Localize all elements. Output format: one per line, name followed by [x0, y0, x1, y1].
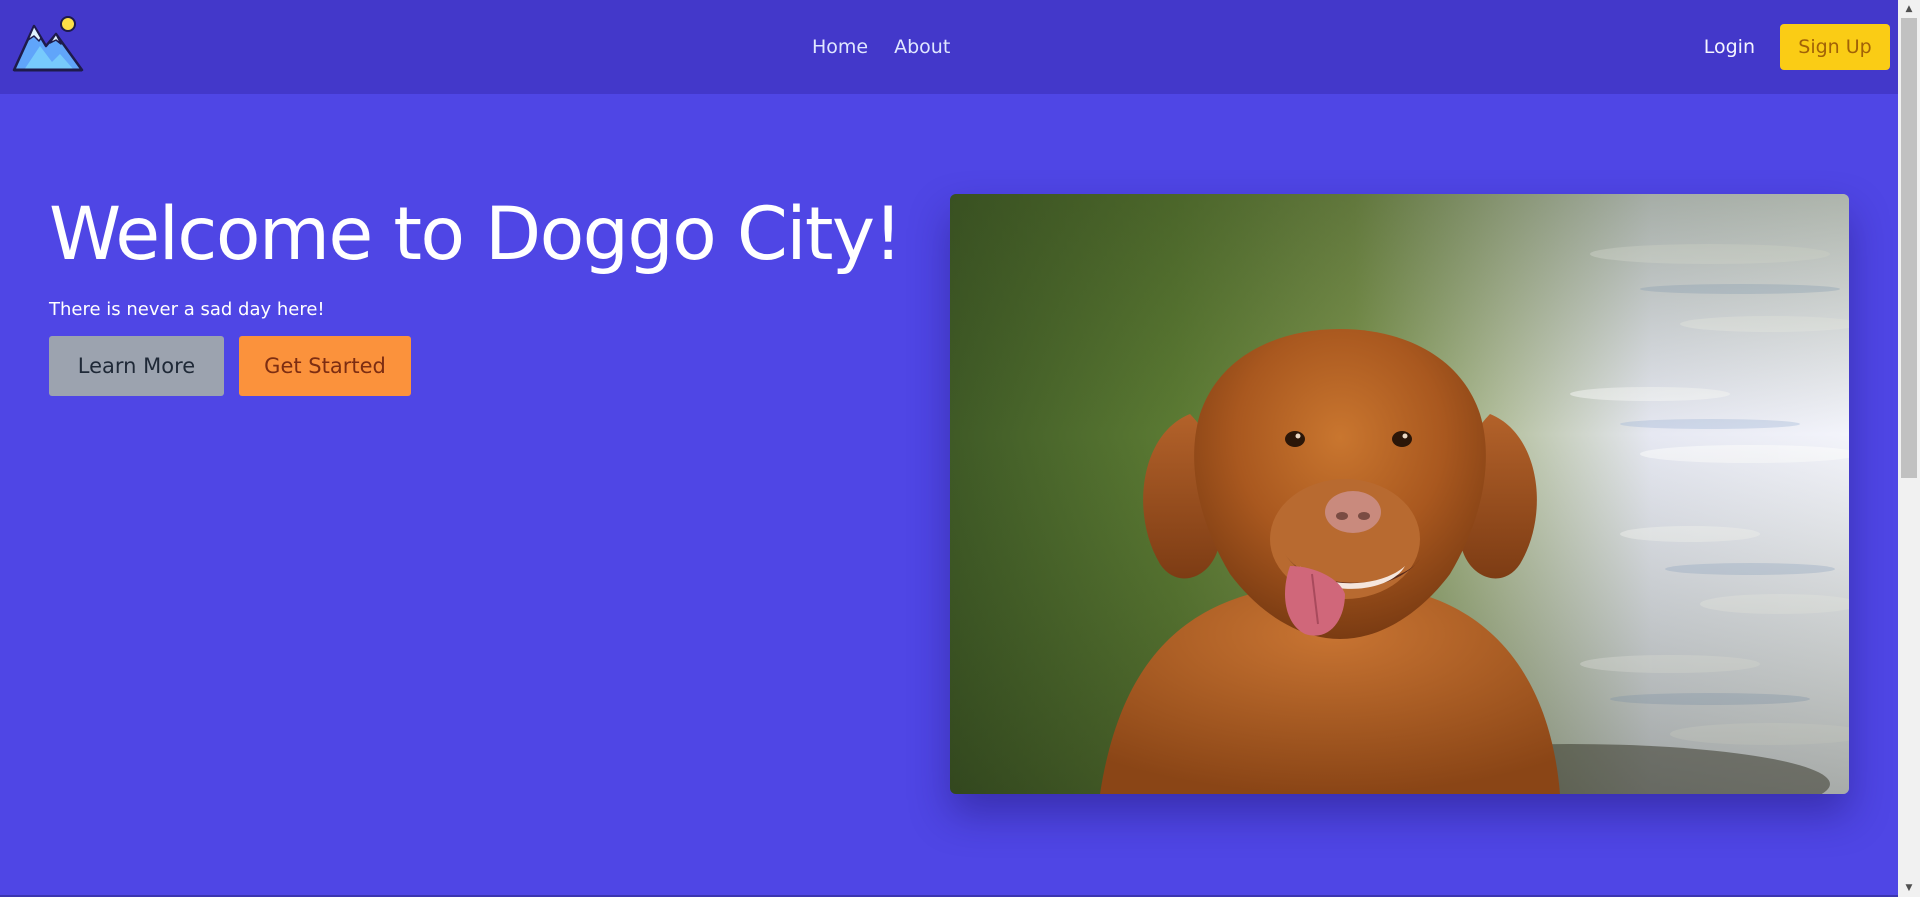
navbar: Home About Login Sign Up — [0, 0, 1898, 94]
get-started-button[interactable]: Get Started — [239, 336, 411, 396]
learn-more-button[interactable]: Learn More — [49, 336, 224, 396]
nav-link-about[interactable]: About — [894, 36, 950, 58]
vertical-scrollbar[interactable]: ▲ ▼ — [1898, 0, 1920, 897]
page-viewport: Home About Login Sign Up Welcome to Dogg… — [0, 0, 1898, 895]
hero-subtitle: There is never a sad day here! — [49, 299, 325, 320]
hero-actions: Learn More Get Started — [49, 336, 411, 396]
signup-button[interactable]: Sign Up — [1780, 24, 1890, 70]
scrollbar-thumb[interactable] — [1901, 18, 1917, 478]
nav-link-home[interactable]: Home — [812, 36, 868, 58]
mountain-sun-logo-icon[interactable] — [12, 14, 84, 72]
login-link[interactable]: Login — [1704, 36, 1755, 58]
dog-photo — [950, 194, 1849, 794]
auth-actions: Login Sign Up — [1704, 0, 1890, 94]
triangle-down-icon[interactable]: ▼ — [1898, 879, 1920, 897]
hero-title: Welcome to Doggo City! — [49, 192, 903, 277]
triangle-up-icon[interactable]: ▲ — [1898, 0, 1920, 18]
primary-nav: Home About — [812, 0, 950, 94]
